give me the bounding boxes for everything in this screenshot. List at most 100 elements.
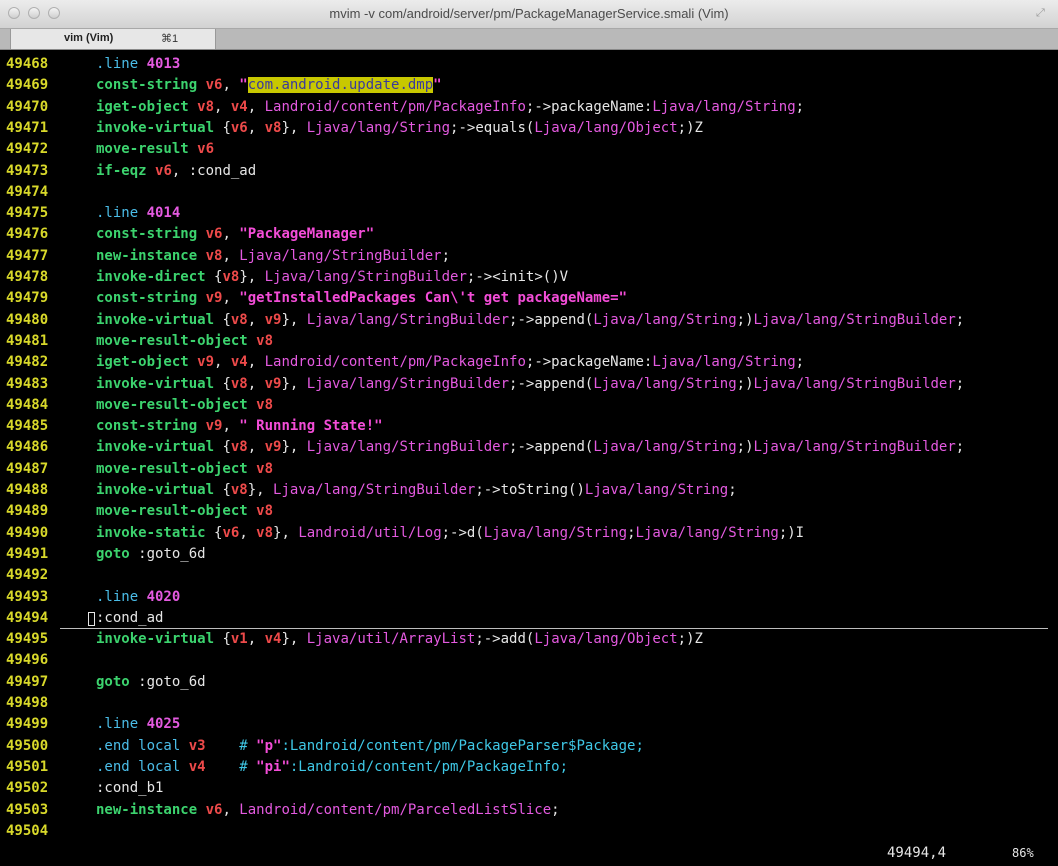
code-token: ; — [551, 801, 560, 818]
code-token: ; — [955, 311, 965, 328]
line-number: 49471 — [6, 119, 49, 136]
code-line[interactable]: 49493 .line 4020 — [0, 587, 1058, 608]
code-line[interactable]: 49480 invoke-virtual {v8, v9}, Ljava/lang… — [0, 310, 1058, 331]
line-number: 49486 — [6, 439, 49, 456]
code-line[interactable]: 49492 — [0, 565, 1058, 586]
code-line[interactable]: 49500 .end local v3 # "p":Landroid/conten… — [0, 736, 1058, 757]
editor-text-area[interactable]: 49494,4 86% 49468 .line 4013 49469 const-st… — [0, 50, 1058, 866]
code-text: goto :goto_6d — [96, 672, 206, 693]
code-text: const-string v6, "com.android.update.dmp… — [96, 75, 442, 96]
code-line[interactable]: 49484 move-result-object v8 — [0, 395, 1058, 416]
title-bar[interactable]: mvim -v com/android/server/pm/PackageMan… — [0, 0, 1058, 29]
code-line[interactable]: 49477 new-instance v8, Ljava/lang/StringB… — [0, 246, 1058, 267]
code-token: v8 — [256, 396, 274, 413]
code-line[interactable]: 49502:cond_b1 — [0, 778, 1058, 799]
code-line[interactable]: 49470 iget-object v8, v4, Landroid/conten… — [0, 97, 1058, 118]
code-line[interactable]: 49489 move-result-object v8 — [0, 501, 1058, 522]
code-token: :Landroid/content/pm/PackageInfo; — [289, 758, 569, 775]
code-token: " — [433, 77, 442, 94]
code-line[interactable]: 49482 iget-object v9, v4, Landroid/conten… — [0, 352, 1058, 373]
code-token: ; — [728, 482, 737, 498]
code-line[interactable]: 49487 move-result-object v8 — [0, 459, 1058, 480]
code-text: .line 4013 — [96, 54, 180, 75]
code-token: ;)I — [778, 524, 805, 541]
code-token: v4 — [188, 758, 206, 775]
code-token: }, — [273, 524, 299, 541]
line-number: 49468 — [6, 56, 49, 72]
code-token: }, — [281, 119, 307, 136]
line-number: 49495 — [6, 631, 49, 648]
line-number: 49483 — [6, 375, 49, 392]
code-line[interactable]: 49473 if-eqz v6, :cond_ad — [0, 161, 1058, 182]
code-line[interactable]: 49476 const-string v6, "PackageManager" — [0, 224, 1058, 245]
code-token: , — [247, 439, 265, 456]
code-token: ; — [955, 439, 965, 456]
code-line[interactable]: 49478 invoke-direct {v8}, Ljava/lang/Stri… — [0, 267, 1058, 288]
code-line[interactable]: 49479 const-string v9, "getInstalledPacka… — [0, 288, 1058, 309]
code-line[interactable]: 49495 invoke-virtual {v1, v4}, Ljava/util… — [0, 629, 1058, 650]
code-line[interactable]: 49471 invoke-virtual {v6, v8}, Ljava/lang… — [0, 118, 1058, 139]
code-line[interactable]: 49504 — [0, 821, 1058, 842]
line-number: 49489 — [6, 503, 49, 520]
code-token: v8 — [230, 311, 248, 328]
code-token: move-result-object — [96, 503, 257, 520]
code-token: Ljava/lang/String — [635, 524, 779, 541]
code-token: ;) — [736, 439, 754, 456]
search-match: com.android.update.dmp — [247, 77, 434, 94]
line-number: 49474 — [6, 183, 49, 200]
code-token: :goto_6d — [138, 673, 206, 690]
code-line[interactable]: 49483 invoke-virtual {v8, v9}, Ljava/lang… — [0, 374, 1058, 395]
code-line[interactable]: 49491 goto :goto_6d — [0, 544, 1058, 565]
code-line[interactable]: 49496 — [0, 650, 1058, 671]
code-line[interactable]: 49490 invoke-static {v6, v8}, Landroid/ut… — [0, 523, 1058, 544]
code-token: , — [247, 311, 265, 328]
code-text: goto :goto_6d — [96, 544, 206, 565]
line-number: 49496 — [6, 652, 49, 669]
code-token: v1 — [230, 631, 248, 648]
line-number: 49472 — [6, 141, 49, 158]
code-line[interactable]: 49485 const-string v9, " Running State!" — [0, 416, 1058, 437]
code-line[interactable]: 49488 invoke-virtual {v8}, Ljava/lang/Str… — [0, 480, 1058, 501]
code-token: }, — [281, 375, 307, 392]
code-token: Landroid/util/Log — [298, 524, 442, 541]
code-text: if-eqz v6, :cond_ad — [96, 161, 256, 182]
tab-vim[interactable]: vim (Vim) ⌘1 — [10, 29, 216, 49]
code-line[interactable]: 49474 — [0, 182, 1058, 203]
code-token: ; — [795, 98, 805, 115]
code-token: invoke-virtual — [96, 631, 223, 648]
code-text: move-result-object v8 — [96, 331, 273, 352]
code-line[interactable]: 49503 new-instance v6, Landroid/content/p… — [0, 800, 1058, 821]
code-text: .line 4020 — [96, 587, 180, 608]
code-token: Ljava/lang/String — [584, 482, 729, 498]
line-number: 49487 — [6, 460, 49, 477]
code-token: Ljava/lang/String — [306, 119, 451, 136]
fullscreen-icon[interactable]: ⤢ — [1036, 7, 1048, 19]
code-line[interactable]: 49498 — [0, 693, 1058, 714]
line-number: 49484 — [6, 396, 49, 413]
code-token: # — [239, 737, 257, 754]
code-line[interactable]: 49486 invoke-virtual {v8, v9}, Ljava/lang… — [0, 437, 1058, 458]
code-line[interactable]: 49481 move-result-object v8 — [0, 331, 1058, 352]
code-token: move-result-object — [96, 332, 257, 349]
vim-window: mvim -v com/android/server/pm/PackageMan… — [0, 0, 1058, 866]
code-text: invoke-virtual {v1, v4}, Ljava/util/Arra… — [96, 629, 703, 650]
code-line[interactable]: 49469 const-string v6, "com.android.updat… — [0, 75, 1058, 96]
line-number: 49497 — [6, 673, 49, 690]
code-line[interactable]: 49472 move-result v6 — [0, 139, 1058, 160]
code-line[interactable]: 49494:cond_ad — [0, 608, 1058, 629]
code-text: iget-object v8, v4, Landroid/content/pm/… — [96, 97, 804, 118]
line-number: 49494 — [6, 609, 49, 626]
code-line[interactable]: 49468 .line 4013 — [0, 54, 1058, 75]
code-token: Ljava/lang/String — [593, 439, 737, 456]
code-token: v8 — [230, 482, 248, 498]
code-token: if-eqz — [96, 162, 156, 179]
code-line[interactable]: 49499 .line 4025 — [0, 714, 1058, 735]
code-token: v8 — [205, 247, 223, 264]
code-line[interactable]: 49475 .line 4014 — [0, 203, 1058, 224]
tab-label: vim (Vim) — [64, 32, 114, 44]
code-token: v6 — [230, 119, 248, 136]
line-number: 49469 — [6, 77, 49, 94]
code-line[interactable]: 49497 goto :goto_6d — [0, 672, 1058, 693]
code-line[interactable]: 49501 .end local v4 # "pi":Landroid/conte… — [0, 757, 1058, 778]
